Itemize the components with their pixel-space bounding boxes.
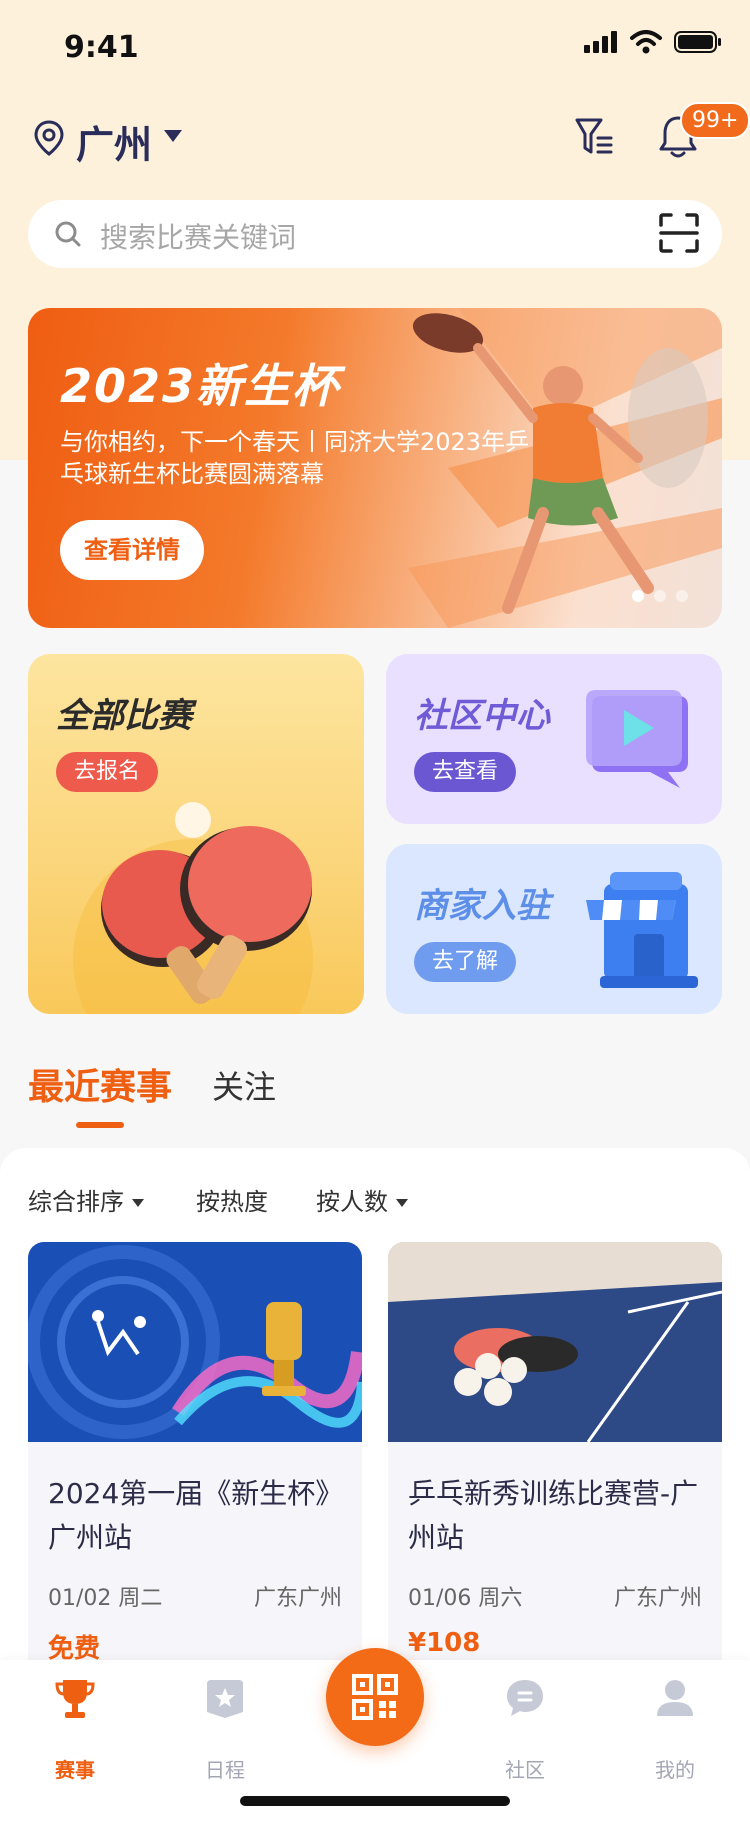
event-poster-image <box>388 1242 722 1442</box>
tab-recent-matches[interactable]: 最近赛事 <box>28 1058 172 1110</box>
filter-icon[interactable] <box>574 116 614 158</box>
match-tabs: 最近赛事 关注 <box>28 1058 728 1128</box>
status-time: 9:41 <box>64 30 139 65</box>
tab-matches-label: 赛事 <box>55 1758 95 1782</box>
tab-matches[interactable]: 赛事 <box>20 1676 130 1782</box>
sort-bar: 综合排序 按热度 按人数 <box>28 1182 728 1222</box>
city-selector[interactable]: 广州 <box>76 114 152 169</box>
video-play-icon <box>586 690 688 788</box>
city-dropdown-icon[interactable] <box>164 130 182 142</box>
banner-subtitle: 与你相约，下一个春天丨同济大学2023年乒乓球新生杯比赛圆满落幕 <box>60 428 530 488</box>
merchant-join-title: 商家入驻 <box>414 886 550 926</box>
top-header: 广州 99+ <box>0 102 750 170</box>
promo-banner[interactable]: 2023新生杯 与你相约，下一个春天丨同济大学2023年乒乓球新生杯比赛圆满落幕… <box>28 308 722 628</box>
scan-icon[interactable] <box>658 212 700 254</box>
chevron-down-icon <box>132 1199 144 1207</box>
tab-schedule[interactable]: 日程 <box>170 1676 280 1782</box>
home-indicator[interactable] <box>240 1796 510 1806</box>
trophy-icon <box>55 1680 95 1718</box>
banner-detail-button[interactable]: 查看详情 <box>60 520 204 580</box>
learn-more-button[interactable]: 去了解 <box>414 942 517 982</box>
location-pin-icon[interactable] <box>34 120 64 156</box>
event-title: 2024第一届《新生杯》广州站 <box>48 1477 344 1554</box>
banner-title: 2023新生杯 <box>60 359 341 413</box>
event-location: 广东广州 <box>613 1586 702 1611</box>
sort-people-label: 按人数 <box>316 1188 388 1216</box>
event-date: 01/02 周二 <box>48 1586 163 1611</box>
search-input[interactable]: 搜索比赛关键词 <box>100 216 296 256</box>
community-center-card[interactable]: 社区中心 去查看 <box>386 654 722 824</box>
event-location: 广东广州 <box>253 1586 342 1611</box>
notification-badge: 99+ <box>680 102 750 139</box>
tab-schedule-label: 日程 <box>205 1758 245 1782</box>
store-icon <box>586 872 698 988</box>
qr-code-button[interactable] <box>326 1648 424 1746</box>
sort-overall-label: 综合排序 <box>28 1188 124 1216</box>
ping-pong-paddles-icon <box>73 802 313 1014</box>
qr-code-icon <box>352 1674 398 1720</box>
cellular-signal-icon <box>584 31 617 53</box>
tab-community-label: 社区 <box>505 1758 545 1782</box>
status-bar: 9:41 <box>0 0 750 94</box>
schedule-star-icon <box>207 1680 243 1718</box>
tab-follow[interactable]: 关注 <box>212 1062 276 1108</box>
user-profile-icon <box>657 1680 693 1716</box>
search-icon <box>55 221 81 247</box>
tab-mine[interactable]: 我的 <box>620 1676 730 1782</box>
chevron-down-icon <box>396 1199 408 1207</box>
tab-community[interactable]: 社区 <box>470 1676 580 1782</box>
community-center-title: 社区中心 <box>414 696 550 736</box>
view-community-button[interactable]: 去查看 <box>414 752 517 792</box>
banner-pagination <box>632 590 688 602</box>
all-matches-title: 全部比赛 <box>56 696 192 736</box>
sort-people[interactable]: 按人数 <box>316 1182 408 1217</box>
sort-popularity[interactable]: 按热度 <box>196 1182 268 1217</box>
banner-dot[interactable] <box>654 590 666 602</box>
sort-overall[interactable]: 综合排序 <box>28 1182 144 1217</box>
merchant-join-card[interactable]: 商家入驻 去了解 <box>386 844 722 1014</box>
all-matches-card[interactable]: 全部比赛 去报名 <box>28 654 364 1014</box>
register-button[interactable]: 去报名 <box>56 752 159 792</box>
chat-bubble-icon <box>507 1680 543 1716</box>
status-icons <box>584 30 722 54</box>
battery-icon <box>674 31 721 53</box>
event-poster-image <box>28 1242 362 1442</box>
banner-dot[interactable] <box>632 590 644 602</box>
event-date: 01/06 周六 <box>408 1586 523 1611</box>
wifi-icon <box>630 30 662 54</box>
search-bar[interactable]: 搜索比赛关键词 <box>28 200 722 268</box>
sort-popularity-label: 按热度 <box>196 1188 268 1216</box>
tab-mine-label: 我的 <box>655 1758 695 1782</box>
tab-active-indicator <box>76 1122 124 1128</box>
event-title: 乒乓新秀训练比赛营-广州站 <box>408 1477 699 1554</box>
banner-dot[interactable] <box>676 590 688 602</box>
